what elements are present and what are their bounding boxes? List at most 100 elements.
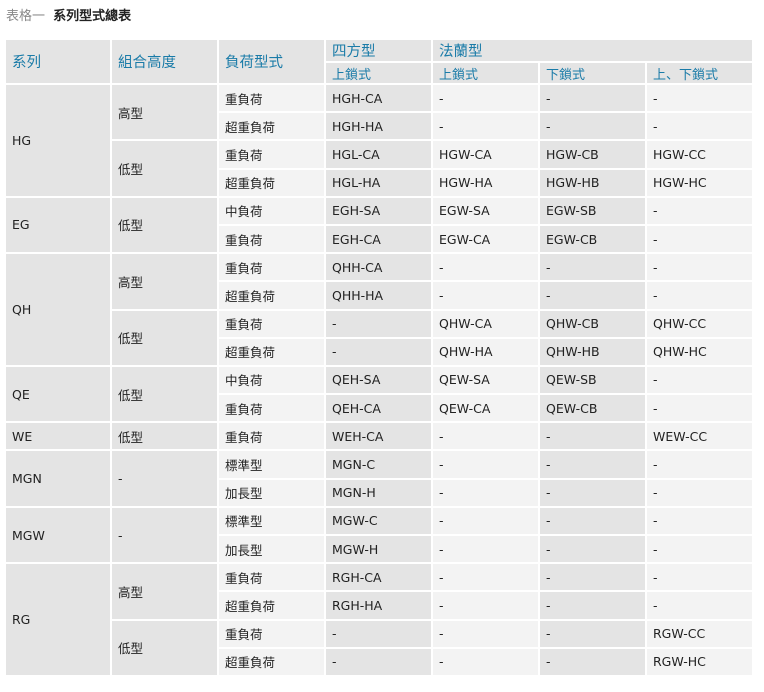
square-top-cell: RGH-CA [326,564,431,591]
series-cell: HG [6,85,110,196]
load-cell: 超重負荷 [219,338,324,365]
height-cell: - [112,451,217,506]
flange-top-cell: QEW-CA [433,395,538,422]
flange-bottom-cell: - [540,648,645,675]
square-top-cell: HGL-CA [326,141,431,168]
flange-bottom-cell: - [540,113,645,140]
table-row: 低型 重負荷 - - - RGW-CC [6,620,752,675]
load-cell: 重負荷 [219,141,324,168]
flange-top-cell: - [433,451,538,478]
flange-top-cell: - [433,479,538,506]
square-top-cell: QEH-SA [326,366,431,394]
series-cell: MGW [6,507,110,563]
load-cell: 中負荷 [219,197,324,224]
flange-bottom-cell: EGW-CB [540,225,645,253]
table-row: QE 低型 中負荷 QEH-SA QEW-SA QEW-SB - [6,366,752,422]
square-top-cell: MGN-H [326,479,431,506]
flange-bottom-cell: HGW-CB [540,141,645,168]
series-type-table: 系列 組合高度 負荷型式 四方型 法蘭型 上鎖式 上鎖式 下鎖式 上、下鎖式 H… [4,38,754,677]
height-cell: 高型 [112,254,217,309]
flange-both-cell: - [647,395,752,422]
table-row: 低型 重負荷 - QHW-CA QHW-CB QHW-CC [6,310,752,365]
header-flange-top: 上鎖式 [433,63,538,83]
flange-both-cell: - [647,113,752,140]
series-cell: MGN [6,451,110,506]
flange-both-cell: - [647,564,752,591]
square-top-cell: QEH-CA [326,395,431,422]
table-row: MGN - 標準型 MGN-C - - - [6,451,752,506]
flange-top-cell: - [433,85,538,112]
load-cell: 標準型 [219,451,324,478]
height-cell: 低型 [112,620,217,675]
header-load: 負荷型式 [219,40,324,83]
flange-top-cell: QHW-CA [433,310,538,337]
flange-top-cell: - [433,536,538,563]
square-top-cell: HGH-HA [326,113,431,140]
table-row: EG 低型 中負荷 EGH-SA EGW-SA EGW-SB - [6,197,752,253]
flange-bottom-cell: - [540,592,645,619]
flange-both-cell: QHW-HC [647,338,752,365]
square-top-cell: WEH-CA [326,423,431,450]
flange-bottom-cell: - [540,423,645,450]
flange-both-cell: - [647,282,752,309]
flange-top-cell: - [433,620,538,647]
load-cell: 重負荷 [219,395,324,422]
square-top-cell: EGH-SA [326,197,431,224]
flange-top-cell: - [433,507,538,534]
flange-top-cell: - [433,113,538,140]
flange-both-cell: - [647,254,752,281]
flange-top-cell: HGW-CA [433,141,538,168]
load-cell: 超重負荷 [219,592,324,619]
flange-bottom-cell: - [540,620,645,647]
square-top-cell: - [326,310,431,337]
flange-bottom-cell: QHW-CB [540,310,645,337]
flange-top-cell: - [433,423,538,450]
flange-top-cell: EGW-CA [433,225,538,253]
square-top-cell: MGN-C [326,451,431,478]
flange-bottom-cell: - [540,507,645,534]
height-cell: - [112,507,217,563]
table-row: 低型 重負荷 HGL-CA HGW-CA HGW-CB HGW-CC [6,141,752,196]
flange-both-cell: HGW-CC [647,141,752,168]
flange-both-cell: RGW-CC [647,620,752,647]
header-square-top: 上鎖式 [326,63,431,83]
header-flange-both: 上、下鎖式 [647,63,752,83]
header-flange-bottom: 下鎖式 [540,63,645,83]
load-cell: 超重負荷 [219,648,324,675]
flange-both-cell: WEW-CC [647,423,752,450]
load-cell: 重負荷 [219,423,324,450]
load-cell: 重負荷 [219,620,324,647]
flange-bottom-cell: - [540,282,645,309]
load-cell: 加長型 [219,536,324,563]
load-cell: 重負荷 [219,85,324,112]
load-cell: 重負荷 [219,254,324,281]
flange-bottom-cell: HGW-HB [540,169,645,196]
table-caption: 表格一 系列型式總表 [6,8,131,26]
table-row: HG 高型 重負荷 HGH-CA - - - [6,85,752,196]
flange-top-cell: - [433,254,538,281]
flange-both-cell: - [647,536,752,563]
flange-top-cell: - [433,282,538,309]
flange-bottom-cell: QEW-SB [540,366,645,394]
flange-bottom-cell: QHW-HB [540,338,645,365]
series-cell: QH [6,254,110,365]
flange-both-cell: - [647,592,752,619]
caption-prefix: 表格一 [6,9,46,24]
header-flange: 法蘭型 [433,40,752,61]
flange-bottom-cell: - [540,479,645,506]
height-cell: 低型 [112,366,217,422]
flange-both-cell: RGW-HC [647,648,752,675]
flange-top-cell: - [433,592,538,619]
height-cell: 低型 [112,310,217,365]
flange-top-cell: - [433,564,538,591]
table-row: QH 高型 重負荷 QHH-CA - - - [6,254,752,365]
square-top-cell: QHH-CA [326,254,431,281]
flange-bottom-cell: QEW-CB [540,395,645,422]
flange-both-cell: - [647,451,752,478]
load-cell: 重負荷 [219,310,324,337]
flange-top-cell: EGW-SA [433,197,538,224]
load-cell: 中負荷 [219,366,324,394]
square-top-cell: HGH-CA [326,85,431,112]
square-top-cell: MGW-H [326,536,431,563]
square-top-cell: RGH-HA [326,592,431,619]
